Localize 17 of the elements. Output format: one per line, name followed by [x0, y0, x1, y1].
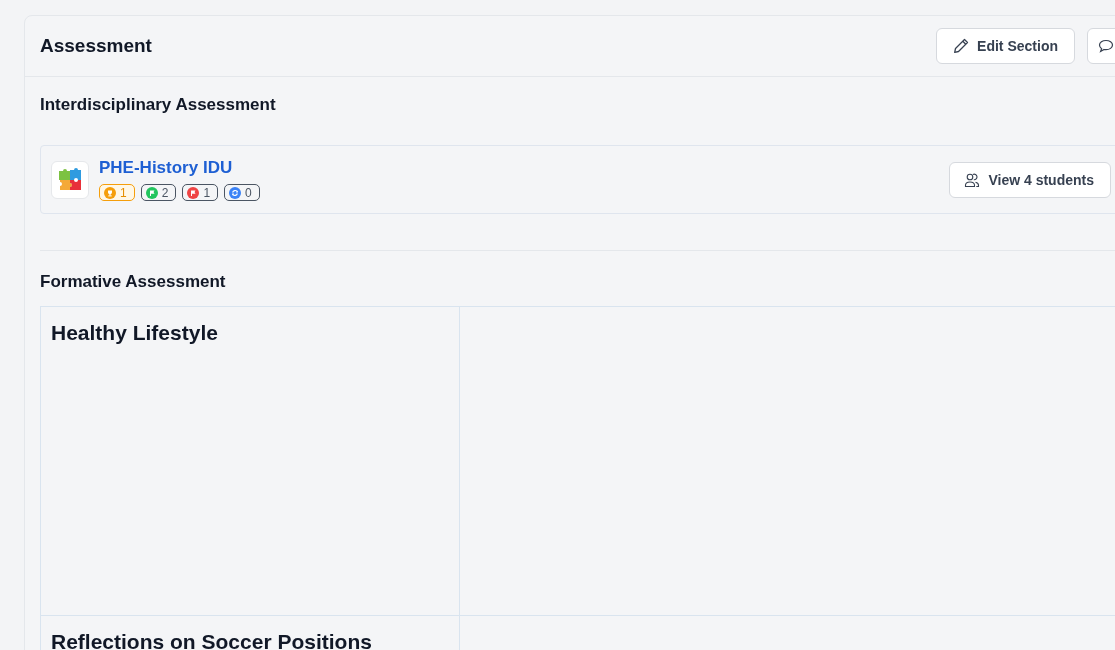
subsection-heading: Formative Assessment: [40, 271, 227, 293]
section-title: Assessment: [40, 35, 152, 57]
speech-bubble-icon: [1098, 38, 1114, 54]
criterion-title: Healthy Lifestyle: [51, 321, 218, 344]
badge-count: 0: [245, 185, 252, 200]
view-students-button[interactable]: View 4 students: [949, 161, 1111, 198]
puzzle-icon: [51, 160, 89, 199]
edit-section-button[interactable]: Edit Section: [936, 28, 1075, 64]
badge-count: 1: [203, 185, 211, 200]
criterion-title: Reflections on Soccer Positions: [51, 630, 372, 650]
subsection-heading: Interdisciplinary Assessment: [40, 94, 277, 116]
comment-button[interactable]: [1087, 28, 1115, 64]
unit-title-link[interactable]: PHE-History IDU: [99, 158, 233, 178]
users-icon: [964, 171, 981, 188]
badge-count: 2: [161, 185, 169, 200]
badge-count: 1: [120, 185, 127, 200]
pencil-icon: [953, 38, 970, 54]
